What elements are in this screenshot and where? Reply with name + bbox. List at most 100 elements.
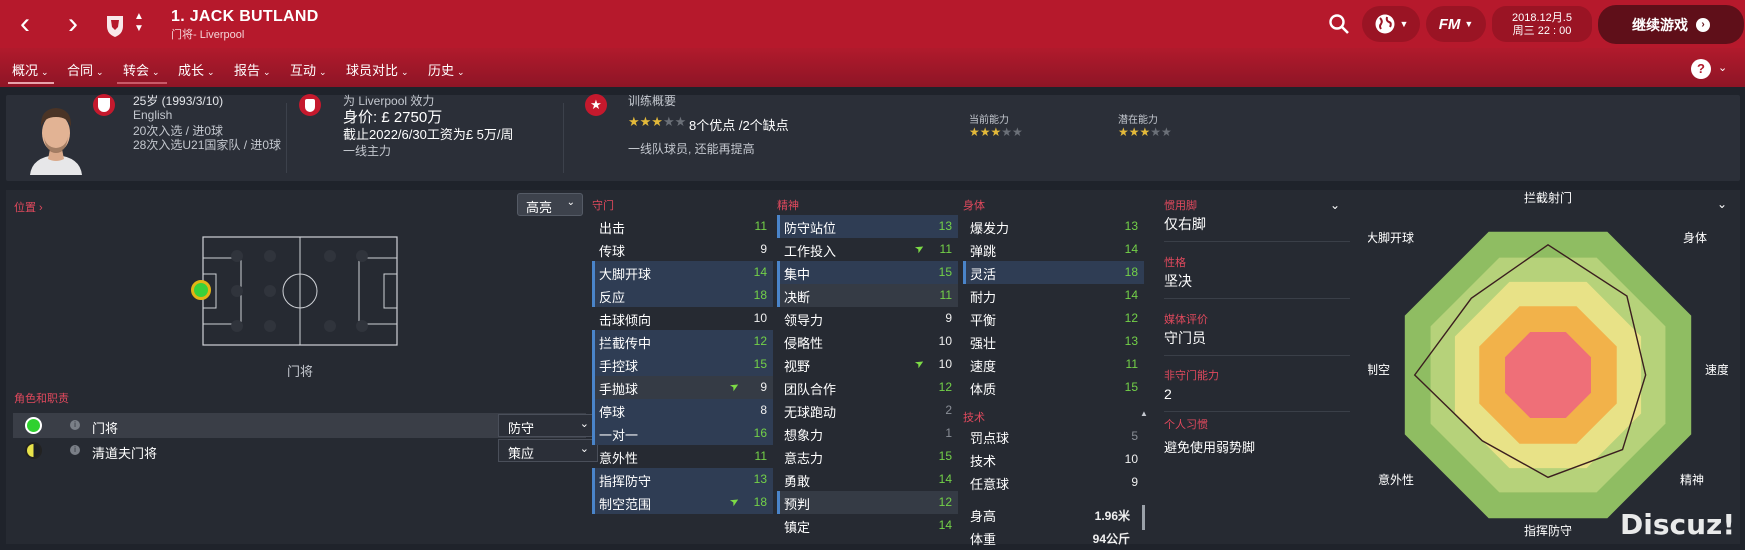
gk-attributes-title: 守门 [592, 200, 614, 212]
scrollbar[interactable] [1142, 505, 1145, 530]
attribute-row[interactable]: 速度 11 [963, 353, 1144, 376]
attribute-row[interactable]: 停球 8 [592, 399, 773, 422]
england-crest-icon [93, 94, 115, 116]
tab-label: 概况 [12, 63, 39, 78]
brightness-select[interactable]: 高亮 ⌄ [517, 193, 583, 216]
attribute-row[interactable]: 大脚开球 14 [592, 261, 773, 284]
tab-label: 球员对比 [346, 63, 399, 78]
collapse-icon[interactable]: ▲ [1140, 409, 1148, 418]
player-switch-icon[interactable]: ▲ ▼ [134, 11, 144, 35]
attribute-row[interactable]: 意外性 11 [592, 445, 773, 468]
tab-overview[interactable]: 概况 ⌄ [12, 60, 49, 79]
attribute-row[interactable]: 集中 15 [777, 261, 958, 284]
tab-label: 历史 [428, 63, 455, 78]
radar-axis-label: 精神 [1680, 473, 1704, 487]
attribute-name: 出击 [599, 221, 626, 236]
attribute-name: 反应 [599, 290, 626, 305]
attribute-row[interactable]: 一对一 16 [592, 422, 773, 445]
attribute-value: 14 [938, 518, 952, 532]
attribute-row[interactable]: 视野 ➤ 10 [777, 353, 958, 376]
tab-transfer[interactable]: 转会 ⌄ [123, 60, 160, 79]
attribute-row[interactable]: 出击 11 [592, 215, 773, 238]
training-note: 一线队球员, 还能再提高 [628, 142, 755, 156]
attribute-row[interactable]: 想象力 1 [777, 422, 958, 445]
attribute-row[interactable]: 传球 9 [592, 238, 773, 261]
attribute-value: 11 [939, 288, 952, 302]
chevron-down-icon[interactable]: ⌄ [1330, 198, 1340, 212]
chevron-down-icon[interactable]: ⌄ [1718, 61, 1727, 74]
attribute-row[interactable]: 耐力 14 [963, 284, 1144, 307]
tab-compare[interactable]: 球员对比 ⌄ [346, 60, 409, 79]
attribute-row[interactable]: 反应 18 [592, 284, 773, 307]
tab-development[interactable]: 成长 ⌄ [178, 60, 215, 79]
watermark: Discuz! [1620, 508, 1736, 541]
tab-interaction[interactable]: 互动 ⌄ [290, 60, 327, 79]
attribute-name: 镇定 [784, 520, 811, 535]
attribute-row[interactable]: 镇定 14 [777, 514, 958, 537]
attribute-value: 11 [1125, 357, 1138, 371]
tab-contract[interactable]: 合同 ⌄ [67, 60, 104, 79]
attribute-row[interactable]: 灵活 18 [963, 261, 1144, 284]
attribute-row[interactable]: 手抛球 ➤ 9 [592, 376, 773, 399]
fm-menu-button[interactable]: FM ▼ [1426, 6, 1486, 42]
tab-history[interactable]: 历史 ⌄ [428, 60, 465, 79]
attribute-row[interactable]: 罚点球 5 [963, 425, 1144, 448]
back-arrow-icon[interactable]: ‹ [5, 0, 45, 48]
attribute-name: 集中 [784, 267, 811, 282]
attribute-row[interactable]: 工作投入 ➤ 11 [777, 238, 958, 261]
help-icon[interactable]: ? [1691, 59, 1711, 79]
attribute-row[interactable]: 击球倾向 10 [592, 307, 773, 330]
role-row[interactable]: i 门将 防守 ⌄ [13, 413, 598, 438]
attribute-name: 任意球 [970, 477, 1010, 492]
role-row[interactable]: i 清道夫门将 策应 ⌄ [13, 438, 598, 463]
forward-arrow-icon[interactable]: › [53, 0, 93, 48]
attribute-row[interactable]: 平衡 12 [963, 307, 1144, 330]
physical-attributes-title: 身体 [963, 200, 985, 212]
attribute-row[interactable]: 预判 12 [777, 491, 958, 514]
info-value: 94公斤 [1092, 532, 1130, 546]
attribute-value: 14 [753, 265, 767, 279]
position-marker[interactable] [191, 280, 211, 300]
attribute-row[interactable]: 爆发力 13 [963, 215, 1144, 238]
role-green-dot-icon [25, 417, 42, 434]
search-icon[interactable] [1327, 12, 1351, 36]
attribute-name: 领导力 [784, 313, 824, 328]
info-icon[interactable]: i [70, 445, 80, 455]
mental-attributes-title: 精神 [777, 200, 799, 212]
duty-value: 防守 [508, 421, 535, 436]
arrow-up-icon: ➤ [912, 356, 927, 372]
attribute-row[interactable]: 领导力 9 [777, 307, 958, 330]
positions-title[interactable]: 位置 › [14, 199, 43, 215]
tab-reports[interactable]: 报告 ⌄ [234, 60, 271, 79]
active-tab-underline [8, 82, 54, 84]
info-icon[interactable]: i [70, 420, 80, 430]
attribute-value: 12 [753, 334, 767, 348]
attribute-row[interactable]: 强壮 13 [963, 330, 1144, 353]
attribute-row[interactable]: 技术 10 [963, 448, 1144, 471]
attribute-row[interactable]: 弹跳 14 [963, 238, 1144, 261]
attribute-row[interactable]: 任意球 9 [963, 471, 1144, 494]
attribute-row[interactable]: 决断 11 [777, 284, 958, 307]
duty-select[interactable]: 防守 ⌄ [498, 414, 598, 437]
attribute-name: 勇敢 [784, 474, 811, 489]
attribute-row[interactable]: 勇敢 14 [777, 468, 958, 491]
attribute-row[interactable]: 手控球 15 [592, 353, 773, 376]
attribute-name: 弹跳 [970, 244, 997, 259]
info-name: 身高 [970, 509, 997, 524]
attribute-name: 防守站位 [784, 221, 837, 236]
attribute-row[interactable]: 制空范围 ➤ 18 [592, 491, 773, 514]
attribute-row[interactable]: 团队合作 12 [777, 376, 958, 399]
attribute-row[interactable]: 侵略性 10 [777, 330, 958, 353]
liverpool-crest-icon[interactable] [104, 12, 126, 38]
tab-label: 互动 [290, 63, 317, 78]
attribute-row[interactable]: 意志力 15 [777, 445, 958, 468]
attribute-row[interactable]: 无球跑动 2 [777, 399, 958, 422]
attribute-row[interactable]: 体质 15 [963, 376, 1144, 399]
duty-select[interactable]: 策应 ⌄ [498, 439, 598, 462]
attribute-row[interactable]: 防守站位 13 [777, 215, 958, 238]
attribute-row[interactable]: 指挥防守 13 [592, 468, 773, 491]
attribute-row[interactable]: 拦截传中 12 [592, 330, 773, 353]
attribute-name: 团队合作 [784, 382, 837, 397]
world-menu-button[interactable]: ▼ [1362, 6, 1420, 42]
continue-button[interactable]: 继续游戏 › [1598, 5, 1744, 44]
